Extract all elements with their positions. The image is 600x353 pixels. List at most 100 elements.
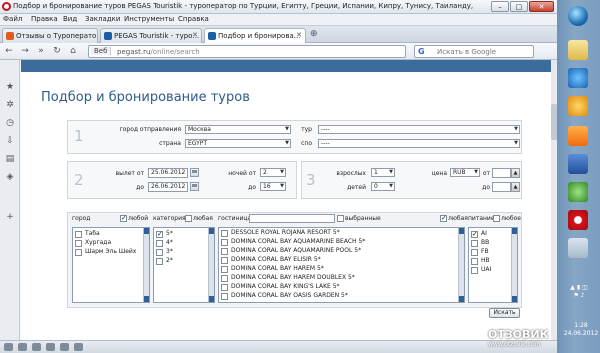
adults-select[interactable]: 1 ▼ (371, 168, 395, 177)
clock-date: 24.06.2012 (563, 330, 599, 337)
opera-icon (2, 2, 11, 11)
step2-panel: 2 вылет от 25.06.2012 до 26.06.2012 ноче… (67, 161, 297, 199)
taskbar-clock[interactable]: 1:28 24.06.2012 (563, 322, 599, 338)
menu-bookmarks[interactable]: Закладки (85, 15, 120, 23)
list-scrollbar[interactable] (143, 228, 149, 302)
word-icon[interactable] (568, 154, 588, 174)
list-scrollbar[interactable] (511, 228, 517, 302)
nights-from-select[interactable]: 2 ▼ (260, 168, 286, 177)
depart-to-input[interactable]: 26.06.2012 (148, 182, 188, 192)
spinner-icon[interactable]: ▲ (511, 182, 520, 192)
price-to-input[interactable] (492, 182, 511, 192)
list-scrollbar[interactable] (458, 228, 464, 302)
close-window-button[interactable]: ✕ (529, 1, 554, 12)
widgets-gear-icon[interactable]: ✲ (5, 100, 15, 110)
forward-arrow-icon[interactable]: → (18, 45, 32, 58)
tab-pegas-home[interactable]: PEGAS Touristik - туро... ✕ (100, 28, 202, 43)
reload-icon[interactable]: ↻ (50, 45, 64, 58)
hotel-any-label: любая (448, 215, 468, 222)
zoom-icon[interactable] (74, 343, 83, 351)
menu-view[interactable]: Вид (63, 15, 77, 23)
spo-select[interactable]: ---- ▼ (318, 139, 520, 148)
tab-close-icon[interactable]: ✕ (296, 31, 302, 39)
tab-close-icon[interactable]: ✕ (192, 31, 198, 39)
utorrent-icon[interactable] (568, 182, 588, 202)
downloads-icon[interactable]: ⇩ (5, 136, 15, 146)
explorer-folder-icon[interactable] (568, 40, 588, 60)
tab-tour-search[interactable]: Подбор и бронирова... ✕ (204, 28, 306, 43)
children-select[interactable]: 0 ▼ (371, 182, 395, 191)
tray-icons[interactable]: ▲ ▮ ◫ ⚑ ♪ (565, 284, 593, 304)
minimize-button[interactable]: – (491, 1, 509, 12)
notes-icon[interactable]: ▤ (5, 154, 15, 164)
google-icon: G (418, 47, 425, 56)
nights-to-select[interactable]: 16 ▼ (260, 182, 286, 191)
chevron-down-icon: ▼ (514, 140, 518, 146)
tour-select[interactable]: ---- ▼ (318, 125, 520, 134)
menu-help[interactable]: Справка (178, 15, 209, 23)
bookmarks-star-icon[interactable]: ★ (5, 82, 15, 92)
fast-forward-icon[interactable]: » (34, 45, 48, 58)
depart-from-input[interactable]: 25.06.2012 (148, 168, 188, 178)
city-any-checkbox[interactable] (120, 214, 127, 222)
hotel-favorites-checkbox[interactable] (337, 215, 344, 222)
cloud-icon[interactable] (4, 343, 13, 351)
step3-panel: 3 взрослых 1 ▼ детей 0 ▼ цена RUB ▼ от ▲ до… (301, 161, 522, 199)
unite-icon[interactable] (18, 343, 27, 351)
departure-select[interactable]: Москва ▼ (185, 125, 291, 134)
panel-toggle-icon[interactable] (46, 343, 55, 351)
tab-bar: Отзывы о Туроператор... PEGAS Touristik … (0, 26, 557, 43)
menu-edit[interactable]: Правка (31, 15, 58, 23)
home-icon[interactable]: ⌂ (66, 45, 80, 58)
tab-otzovik[interactable]: Отзывы о Туроператор... (2, 28, 98, 43)
meal-header: питание (468, 215, 495, 222)
nights-to-label: до (248, 184, 256, 191)
maximize-button[interactable]: □ (510, 1, 528, 12)
scheme-badge: Веб (91, 47, 112, 55)
links-icon[interactable]: ◈ (5, 172, 15, 182)
price-from-label: от (482, 170, 490, 177)
sync-icon[interactable] (32, 343, 41, 351)
calendar-icon[interactable] (190, 182, 199, 191)
chevron-down-icon: ▼ (474, 169, 478, 175)
title-bar: Подбор и бронирование туров PEGAS Touris… (0, 0, 557, 14)
country-label: страна (159, 140, 181, 147)
search-button[interactable]: Искать (489, 308, 520, 318)
price-from-input[interactable] (492, 168, 511, 178)
ie-icon[interactable] (568, 68, 588, 88)
media-player-icon[interactable] (568, 96, 588, 116)
chevron-down-icon: ▼ (389, 183, 393, 189)
view-icon[interactable] (60, 343, 69, 351)
list-scrollbar[interactable] (208, 228, 214, 302)
address-bar: ← → » ↻ ⌂ Веб pegast.ru/online/search G … (0, 43, 557, 60)
url-field[interactable]: Веб pegast.ru/online/search (88, 45, 406, 58)
new-tab-icon[interactable]: ⊕ (310, 29, 318, 39)
menu-file[interactable]: Файл (3, 15, 22, 23)
back-arrow-icon[interactable]: ← (2, 45, 16, 58)
country-select[interactable]: EGYPT ▼ (185, 139, 291, 148)
category-list[interactable]: 5* 4* 3* 2* (153, 227, 215, 303)
currency-select[interactable]: RUB ▼ (450, 168, 480, 177)
opera-taskbar-icon[interactable] (568, 210, 588, 230)
page-title: Подбор и бронирование туров (41, 90, 250, 105)
search-field[interactable]: G Искать в Google (414, 45, 534, 58)
menu-tools[interactable]: Инструменты (124, 15, 174, 23)
city-header: город (72, 215, 91, 222)
app-taskbar-icon[interactable] (568, 238, 588, 258)
hotel-list[interactable]: DESSOLE ROYAL ROJANA RESORT 5* DOMINA CO… (218, 227, 465, 303)
add-panel-icon[interactable]: + (5, 212, 15, 222)
city-list[interactable]: Таба Хургада Шарм Эль Шейх (72, 227, 150, 303)
start-orb-icon[interactable] (568, 6, 588, 26)
meal-list[interactable]: AI BB FB HB UAI (468, 227, 518, 303)
calendar-icon[interactable] (190, 168, 199, 177)
category-any-checkbox[interactable] (185, 215, 192, 222)
history-clock-icon[interactable]: ◷ (5, 118, 15, 128)
hotel-any-checkbox[interactable] (440, 214, 447, 222)
spinner-icon[interactable]: ▲ (511, 168, 520, 178)
hotel-header: гостиница (218, 215, 252, 222)
meal-any-checkbox[interactable] (493, 215, 500, 222)
hotel-search-input[interactable] (249, 214, 335, 223)
chevron-down-icon: ▼ (285, 140, 289, 146)
favicon-icon (104, 32, 112, 40)
vlc-icon[interactable] (568, 126, 588, 146)
